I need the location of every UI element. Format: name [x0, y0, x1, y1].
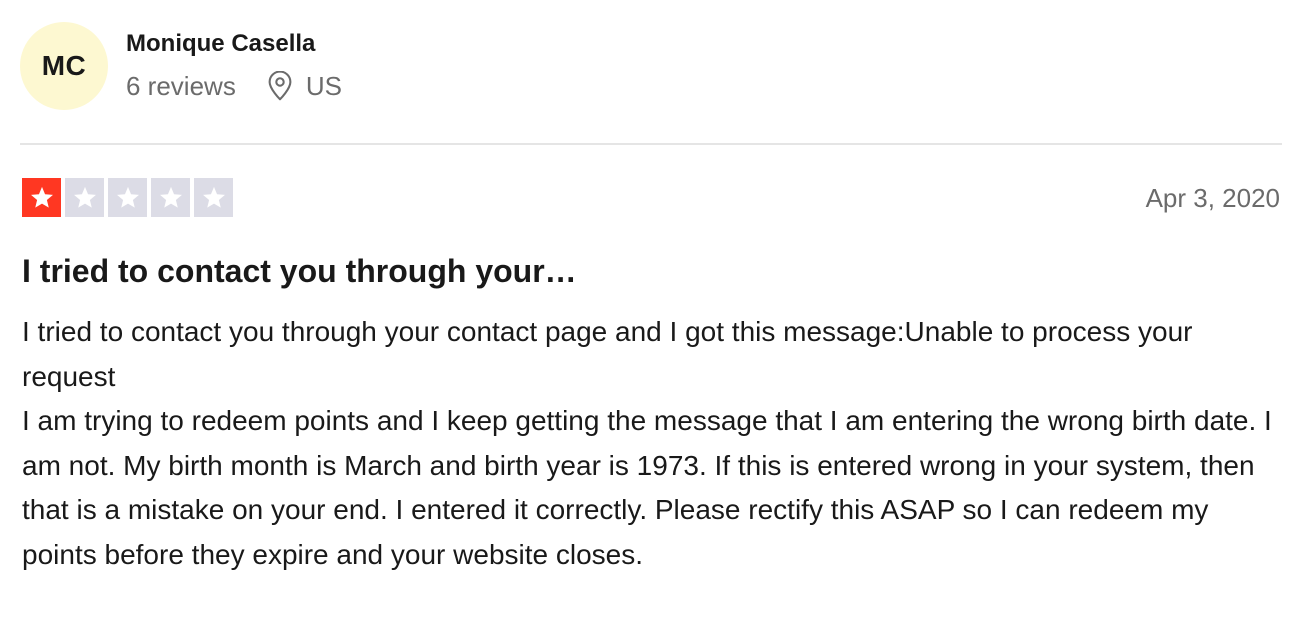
star-rating: [22, 178, 237, 217]
avatar-initials: MC: [41, 50, 87, 81]
reviewer-header: MC Monique Casella 6 reviews US: [20, 22, 342, 110]
star-icon: [22, 178, 61, 217]
divider: [20, 143, 1282, 145]
reviewer-meta: 6 reviews US: [126, 70, 342, 102]
star-icon: [108, 178, 147, 217]
avatar[interactable]: MC: [20, 22, 108, 110]
review-date: Apr 3, 2020: [1145, 183, 1280, 213]
star-icon: [65, 178, 104, 217]
review-body: I tried to contact you through your cont…: [22, 316, 1272, 570]
reviews-count: 6 reviews: [126, 71, 236, 101]
star-icon: [194, 178, 233, 217]
review-card: MC Monique Casella 6 reviews US Apr 3, 2…: [0, 0, 1304, 630]
location-pin-icon: [266, 70, 294, 101]
reviewer-info: Monique Casella 6 reviews US: [126, 28, 342, 102]
star-icon: [151, 178, 190, 217]
location-label: US: [305, 71, 342, 101]
reviewer-location: US: [266, 70, 342, 102]
review-title[interactable]: I tried to contact you through your…: [22, 250, 577, 292]
reviewer-name[interactable]: Monique Casella: [126, 28, 342, 60]
